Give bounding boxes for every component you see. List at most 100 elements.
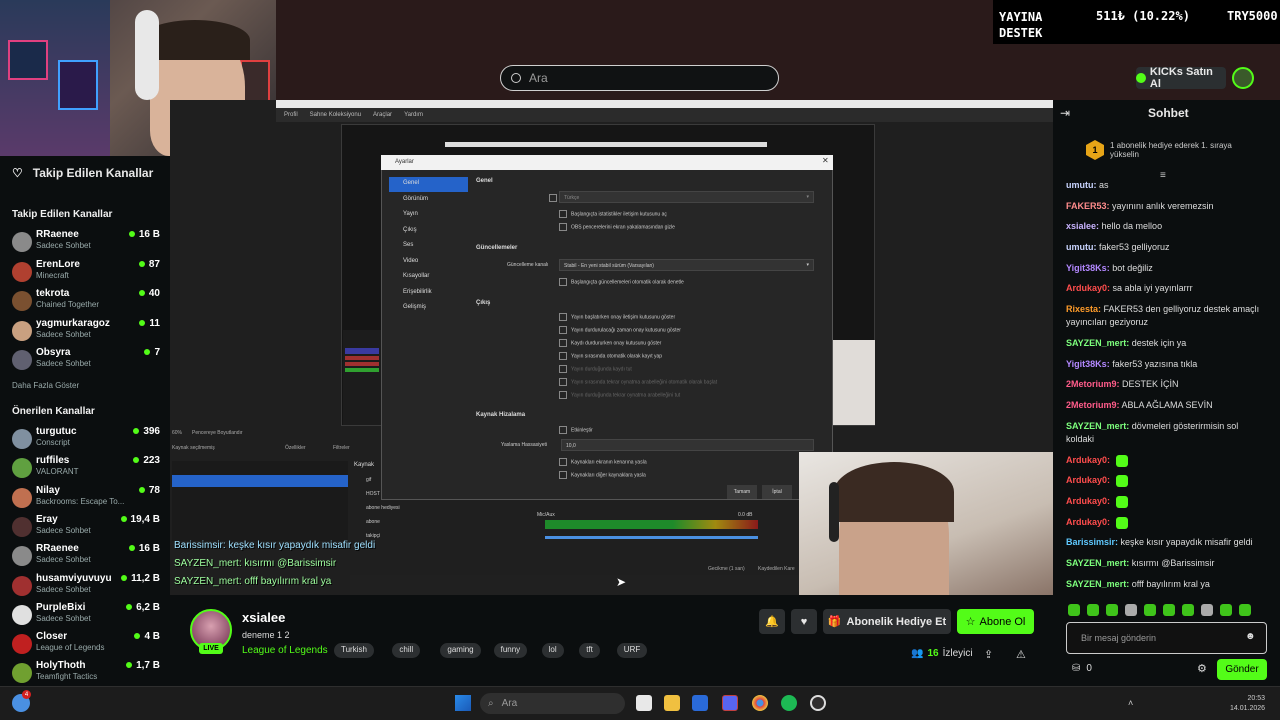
stream-tag[interactable]: funny xyxy=(493,643,528,658)
checkbox-stats[interactable]: Başlangıçta istatistikler iletişim kutus… xyxy=(559,210,667,218)
checkbox-snap-sources[interactable]: Kaynakları diğer kaynaklara yasla xyxy=(559,471,646,479)
followed-header[interactable]: ♡ Takip Edilen Kanallar xyxy=(12,166,153,180)
sidebar-channel[interactable]: RRaenee Sadece Sohbet 16 B xyxy=(12,229,162,257)
snap-sensitivity-input[interactable]: 10,0 xyxy=(561,439,814,451)
streamer-name[interactable]: xsialee xyxy=(242,610,285,625)
emote-icon[interactable] xyxy=(1106,604,1118,616)
sidebar-channel[interactable]: Closer League of Legends 4 B xyxy=(12,631,162,659)
emote-icon[interactable] xyxy=(1201,604,1213,616)
sidebar-channel[interactable]: yagmurkaragoz Sadece Sohbet 11 xyxy=(12,318,162,346)
properties-button[interactable]: Özellikler xyxy=(285,445,306,451)
windows-start-icon[interactable] xyxy=(455,695,471,711)
sidebar-channel[interactable]: PurpleBixi Sadece Sohbet 6,2 B xyxy=(12,602,162,630)
send-button[interactable]: Gönder xyxy=(1217,659,1267,680)
obs-menu-scene[interactable]: Sahne Koleksiyonu xyxy=(310,112,361,118)
settings-nav-item[interactable]: Ses xyxy=(389,239,467,253)
stream-tag[interactable]: chill xyxy=(392,643,421,658)
stream-tag[interactable]: lol xyxy=(541,643,564,658)
sidebar-channel[interactable]: turgutuc Conscript 396 xyxy=(12,426,162,454)
subscribe-button[interactable]: ☆ Abone Ol xyxy=(957,609,1034,634)
share-icon[interactable]: ⇪ xyxy=(984,648,993,661)
emote-icon[interactable] xyxy=(1068,604,1080,616)
chevron-up-icon[interactable]: ˄ xyxy=(1128,698,1133,708)
obs-menu-help[interactable]: Yardım xyxy=(404,112,423,118)
obs-menu-tools[interactable]: Araçlar xyxy=(373,112,392,118)
chat-username[interactable]: Yigit38Ks xyxy=(1066,359,1107,369)
chat-username[interactable]: 2Metorium9 xyxy=(1066,400,1117,410)
chat-username[interactable]: umutu xyxy=(1066,180,1094,190)
chat-username[interactable]: xsialee xyxy=(1066,221,1096,231)
task-view-icon[interactable] xyxy=(636,695,652,711)
sidebar-channel[interactable]: husamviyuvuyu Sadece Sohbet 11,2 B xyxy=(12,573,162,601)
spotify-icon[interactable] xyxy=(781,695,797,711)
filters-button[interactable]: Filtreler xyxy=(333,445,350,451)
chat-username[interactable]: Rixesta xyxy=(1066,304,1098,314)
chat-username[interactable]: Yigit38Ks xyxy=(1066,263,1107,273)
chat-username[interactable]: umutu xyxy=(1066,242,1094,252)
checkbox-out4[interactable]: Yayın sırasında otomatik olarak kayıt ya… xyxy=(559,352,662,360)
source-item[interactable]: abone xyxy=(366,519,380,525)
chat-username[interactable]: Ardukay0 xyxy=(1066,283,1107,293)
channel-points[interactable]: ⛁ 0 xyxy=(1072,663,1092,674)
stream-tag[interactable]: gaming xyxy=(440,643,481,658)
stream-tag[interactable]: URF xyxy=(616,643,648,658)
checkbox-hide-obs[interactable]: OBS pencerelerini ekran yakalamasından g… xyxy=(559,223,675,231)
chat-username[interactable]: Ardukay0 xyxy=(1066,475,1107,485)
system-clock[interactable]: 20:53 14.01.2026 xyxy=(1230,694,1265,714)
chat-username[interactable]: SAYZEN_mert xyxy=(1066,338,1126,348)
checkbox-out3[interactable]: Kaydı durdururken onay kutusunu göster xyxy=(559,339,661,347)
chat-username[interactable]: 2Metorium9 xyxy=(1066,379,1117,389)
discord-icon[interactable] xyxy=(722,695,738,711)
settings-nav-item[interactable]: Erişebilirlik xyxy=(389,286,467,300)
stream-category[interactable]: League of Legends xyxy=(242,645,328,656)
sidebar-channel[interactable]: HolyThoth Teamfight Tactics 1,7 B xyxy=(12,660,162,688)
settings-nav-item[interactable]: Gelişmiş xyxy=(389,301,467,315)
chat-username[interactable]: Ardukay0 xyxy=(1066,496,1107,506)
chat-username[interactable]: SAYZEN_mert xyxy=(1066,421,1126,431)
emote-icon[interactable] xyxy=(1163,604,1175,616)
sidebar-channel[interactable]: Obsyra Sadece Sohbet 7 xyxy=(12,347,162,375)
ok-button[interactable]: Tamam xyxy=(727,485,757,499)
source-item[interactable]: HOST xyxy=(366,491,380,497)
checkbox-snap-edge[interactable]: Kaynakları ekranın kenarına yasla xyxy=(559,458,647,466)
chat-username[interactable]: Barissimsir xyxy=(1066,537,1115,547)
chat-username[interactable]: Ardukay0 xyxy=(1066,455,1107,465)
gear-icon[interactable]: ⚙ xyxy=(1197,662,1207,675)
source-item[interactable]: takipçi xyxy=(366,533,380,539)
chat-username[interactable]: SAYZEN_mert xyxy=(1066,579,1126,589)
chat-username[interactable]: SAYZEN_mert xyxy=(1066,558,1126,568)
emote-icon[interactable] xyxy=(1182,604,1194,616)
follow-button[interactable]: ♥ xyxy=(791,609,817,634)
emote-icon[interactable] xyxy=(1087,604,1099,616)
emote-icon[interactable] xyxy=(1144,604,1156,616)
obs-icon[interactable] xyxy=(810,695,826,711)
emoji-icon[interactable]: ☻ xyxy=(1245,631,1256,642)
settings-nav-item[interactable]: Yayın xyxy=(389,208,467,222)
sidebar-channel[interactable]: ruffiles VALORANT 223 xyxy=(12,455,162,483)
notification-button[interactable]: 🔔 xyxy=(759,609,785,634)
chat-username[interactable]: FAKER53 xyxy=(1066,201,1107,211)
source-item[interactable]: abone hediyesi xyxy=(366,505,400,511)
report-icon[interactable]: ⚠ xyxy=(1016,648,1026,661)
search-input[interactable]: Ara xyxy=(500,65,779,91)
settings-nav-item[interactable]: Kısayollar xyxy=(389,270,467,284)
chat-username[interactable]: Ardukay0 xyxy=(1066,517,1107,527)
collapse-chat-icon[interactable]: ⇥ xyxy=(1060,106,1070,120)
checkbox-auto-update[interactable]: Başlangıçta güncellemeleri otomatik olar… xyxy=(559,278,684,286)
language-select[interactable]: Türkçe ▾ xyxy=(559,191,814,203)
user-avatar[interactable] xyxy=(1232,67,1254,89)
checkbox-out1[interactable]: Yayın başlatırken onay iletişim kutusunu… xyxy=(559,313,675,321)
stream-tag[interactable]: tft xyxy=(579,643,600,658)
store-icon[interactable] xyxy=(692,695,708,711)
file-explorer-icon[interactable] xyxy=(664,695,680,711)
sidebar-channel[interactable]: RRaenee Sadece Sohbet 16 B xyxy=(12,543,162,571)
checkbox-snap-enable[interactable]: Etkinleştir xyxy=(559,426,593,434)
buy-kicks-button[interactable]: KICKs Satın Al xyxy=(1136,66,1226,90)
sidebar-channel[interactable]: tekrota Chained Together 40 xyxy=(12,288,162,316)
settings-nav-item[interactable]: Çıkış xyxy=(389,224,467,238)
taskbar-search[interactable]: ⌕ Ara xyxy=(480,693,625,714)
sidebar-channel[interactable]: ErenLore Minecraft 87 xyxy=(12,259,162,287)
update-channel-select[interactable]: Stabil - En yeni stabil sürüm (Varsayıla… xyxy=(559,259,814,271)
chrome-icon[interactable] xyxy=(752,695,768,711)
sidebar-channel[interactable]: Nilay Backrooms: Escape To... 78 xyxy=(12,485,162,513)
